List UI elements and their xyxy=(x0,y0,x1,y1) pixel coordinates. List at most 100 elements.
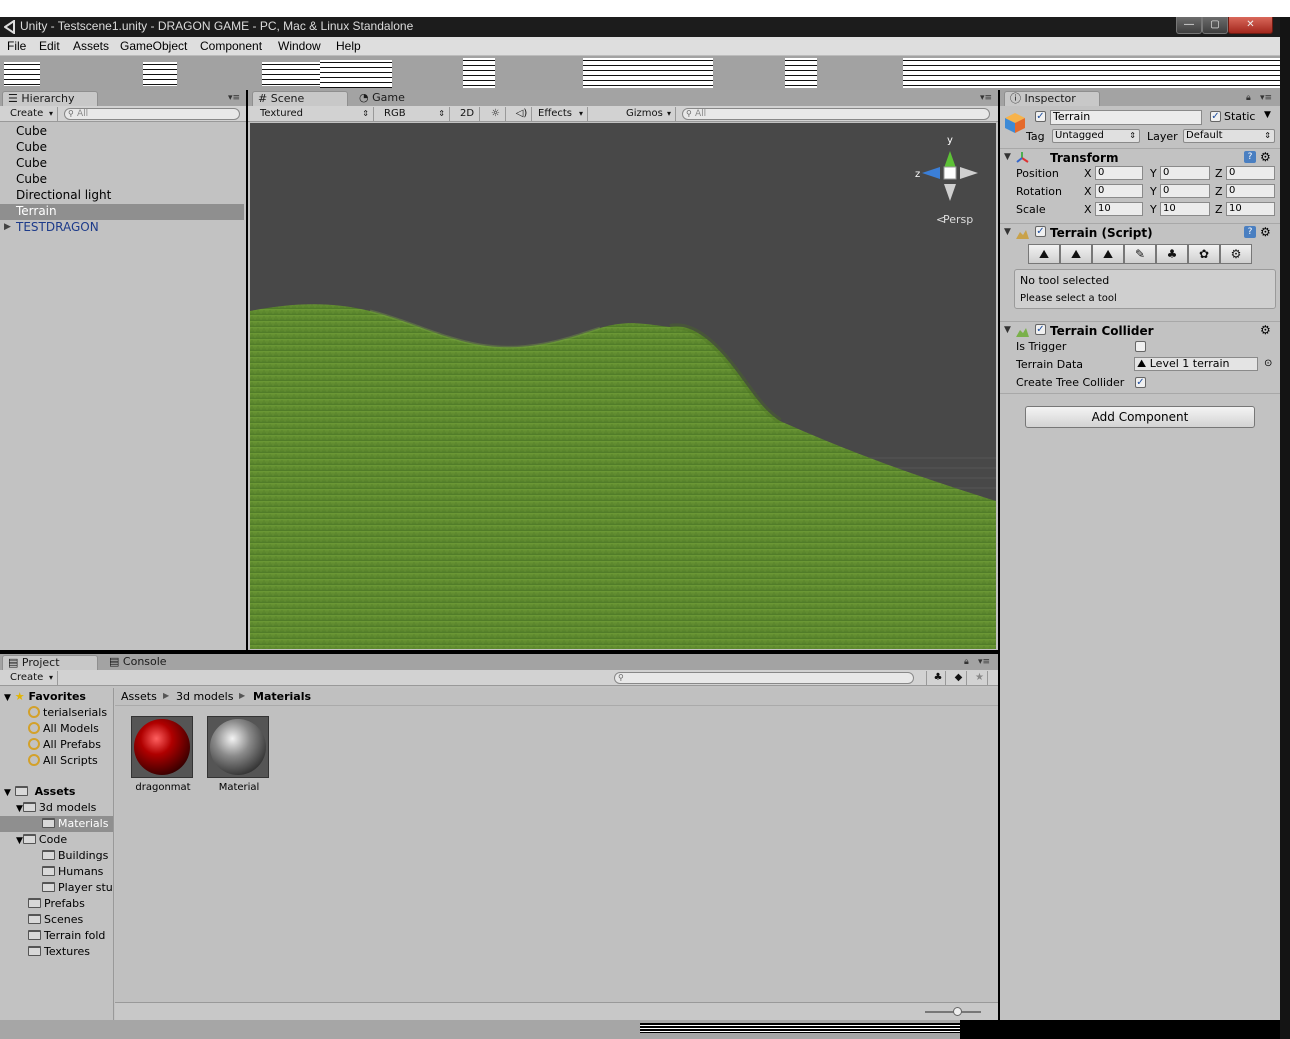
tree-folder[interactable]: Player stu xyxy=(42,880,113,896)
rotation-x-field[interactable]: 0 xyxy=(1095,184,1143,198)
close-button[interactable]: ✕ xyxy=(1228,17,1273,34)
center-toggle-glitch[interactable] xyxy=(262,62,320,86)
layers-glitch[interactable] xyxy=(785,58,817,88)
project-search-input[interactable]: ⚲ xyxy=(614,672,914,684)
tree-folder-selected[interactable]: Materials xyxy=(0,816,113,832)
expand-arrow-icon[interactable]: ▼ xyxy=(4,693,11,703)
tree-favorites[interactable]: ▼ ★ Favorites xyxy=(4,689,86,705)
layout-dropdown-glitch[interactable] xyxy=(903,58,1280,88)
terrain-collider-header[interactable]: ▼ ✓ Terrain Collider ⚙ xyxy=(1000,321,1280,339)
menu-gameobject[interactable]: GameObject xyxy=(120,39,187,53)
active-checkbox[interactable]: ✓ xyxy=(1035,111,1046,122)
paint-texture-icon[interactable]: ✎ xyxy=(1124,244,1156,264)
expand-arrow-icon[interactable]: ▼ xyxy=(16,804,23,814)
terrain-script-header[interactable]: ▼ ✓ Terrain (Script) ? ⚙ xyxy=(1000,223,1280,241)
gear-icon[interactable]: ⚙ xyxy=(1260,323,1271,337)
terrain-collider-enabled-checkbox[interactable]: ✓ xyxy=(1035,324,1046,335)
help-icon[interactable]: ? xyxy=(1244,151,1256,163)
smooth-height-icon[interactable]: ⛰ xyxy=(1092,244,1124,264)
place-trees-icon[interactable]: ♣ xyxy=(1156,244,1188,264)
play-button-glitch[interactable] xyxy=(463,58,495,88)
static-checkbox[interactable]: ✓ xyxy=(1210,111,1221,122)
tree-folder[interactable]: Scenes xyxy=(28,912,83,928)
favorite-item[interactable]: terialserials xyxy=(28,705,107,721)
tab-hierarchy[interactable]: ☰ Hierarchy xyxy=(2,91,98,106)
terrain-script-enabled-checkbox[interactable]: ✓ xyxy=(1035,226,1046,237)
scale-y-field[interactable]: 10 xyxy=(1160,202,1210,216)
scale-z-field[interactable]: 10 xyxy=(1226,202,1275,216)
breadcrumb-3d-models[interactable]: 3d models xyxy=(176,690,233,703)
tree-folder[interactable]: ▼ 3d models xyxy=(16,800,96,816)
panel-menu-icon[interactable]: ▾≡ xyxy=(228,93,240,103)
lock-icon[interactable]: 🔒︎ xyxy=(964,657,969,667)
hierarchy-item-terrain[interactable]: Terrain xyxy=(0,204,244,220)
terrain-settings-icon[interactable]: ⚙ xyxy=(1220,244,1252,264)
hierarchy-item-cube[interactable]: Cube xyxy=(0,124,244,140)
menu-assets[interactable]: Assets xyxy=(73,39,109,53)
filter-by-label-icon[interactable]: ◆ xyxy=(947,671,967,685)
paint-details-icon[interactable]: ✿ xyxy=(1188,244,1220,264)
object-name-field[interactable]: Terrain xyxy=(1050,110,1202,125)
raise-lower-terrain-icon[interactable]: ⛰ xyxy=(1028,244,1060,264)
scale-x-field[interactable]: 10 xyxy=(1095,202,1143,216)
maximize-button[interactable]: ▢ xyxy=(1202,17,1228,34)
menu-component[interactable]: Component xyxy=(200,39,262,53)
breadcrumb-materials[interactable]: Materials xyxy=(253,690,311,703)
panel-menu-icon[interactable]: ▾≡ xyxy=(978,657,990,667)
tab-project[interactable]: ▤ Project xyxy=(2,655,98,670)
global-toggle-glitch[interactable] xyxy=(320,60,392,88)
transform-tools-glitch[interactable] xyxy=(4,62,40,86)
add-component-button[interactable]: Add Component xyxy=(1025,406,1255,428)
material-label[interactable]: dragonmat xyxy=(125,782,201,793)
position-x-field[interactable]: 0 xyxy=(1095,166,1143,180)
material-thumbnail-material[interactable] xyxy=(207,716,269,778)
favorite-star-icon[interactable]: ★ xyxy=(968,671,988,685)
material-thumbnail-dragonmat[interactable] xyxy=(131,716,193,778)
create-tree-collider-checkbox[interactable]: ✓ xyxy=(1135,377,1146,388)
collapse-arrow-icon[interactable]: ▼ xyxy=(1004,227,1011,237)
panel-menu-icon[interactable]: ▾≡ xyxy=(980,93,992,103)
tree-folder[interactable]: ▼ Code xyxy=(16,832,67,848)
collapse-arrow-icon[interactable]: ▼ xyxy=(1004,152,1011,162)
hierarchy-search-input[interactable]: ⚲ All xyxy=(64,108,240,120)
gizmos-dropdown[interactable]: Gizmos ▾ xyxy=(622,107,676,121)
paint-height-icon[interactable]: ⛰ xyxy=(1060,244,1092,264)
sun-icon[interactable]: ☼ xyxy=(482,107,506,121)
tree-folder[interactable]: Buildings xyxy=(42,848,108,864)
panel-menu-icon[interactable]: ▾≡ xyxy=(1260,93,1272,103)
static-dropdown-arrow[interactable]: ▼ xyxy=(1264,110,1271,120)
hierarchy-item-testdragon[interactable]: ▶ TESTDRAGON xyxy=(0,220,244,236)
is-trigger-checkbox[interactable] xyxy=(1135,341,1146,352)
favorite-item[interactable]: All Models xyxy=(28,721,99,737)
expand-arrow-icon[interactable]: ▶ xyxy=(4,220,11,235)
object-picker-icon[interactable]: ⊙ xyxy=(1264,358,1272,369)
tree-assets[interactable]: ▼ Assets xyxy=(4,784,75,800)
transform-header[interactable]: ▼ Transform ? ⚙ xyxy=(1000,148,1280,166)
color-mode-dropdown[interactable]: RGB ⇕ xyxy=(380,107,450,121)
menu-file[interactable]: File xyxy=(7,39,26,53)
hierarchy-item-directional-light[interactable]: Directional light xyxy=(0,188,244,204)
breadcrumb-assets[interactable]: Assets xyxy=(121,690,157,703)
menu-window[interactable]: Window xyxy=(278,39,321,53)
hierarchy-item-cube[interactable]: Cube xyxy=(0,140,244,156)
pivot-toggle-glitch[interactable] xyxy=(143,62,177,86)
position-z-field[interactable]: 0 xyxy=(1226,166,1275,180)
tag-dropdown[interactable]: Untagged ⇕ xyxy=(1052,129,1140,143)
rotation-y-field[interactable]: 0 xyxy=(1160,184,1210,198)
hierarchy-item-cube[interactable]: Cube xyxy=(0,172,244,188)
menu-edit[interactable]: Edit xyxy=(39,39,60,53)
tab-scene[interactable]: # Scene xyxy=(252,91,348,106)
tab-inspector[interactable]: ⓘ Inspector xyxy=(1004,91,1100,106)
expand-arrow-icon[interactable]: ▼ xyxy=(16,836,23,846)
2d-toggle[interactable]: 2D xyxy=(456,107,480,121)
help-icon[interactable]: ? xyxy=(1244,226,1256,238)
tree-folder[interactable]: Humans xyxy=(42,864,103,880)
tree-folder[interactable]: Terrain fold xyxy=(28,928,105,944)
projection-label[interactable]: Persp xyxy=(943,213,973,226)
render-mode-dropdown[interactable]: Textured ⇕ xyxy=(256,107,374,121)
scene-viewport[interactable]: y z < Persp xyxy=(250,123,996,649)
lock-icon[interactable]: 🔒︎ xyxy=(1246,93,1251,103)
expand-arrow-icon[interactable]: ▼ xyxy=(4,788,11,798)
filter-by-type-icon[interactable]: ♣ xyxy=(926,671,946,685)
gear-icon[interactable]: ⚙ xyxy=(1260,150,1271,164)
